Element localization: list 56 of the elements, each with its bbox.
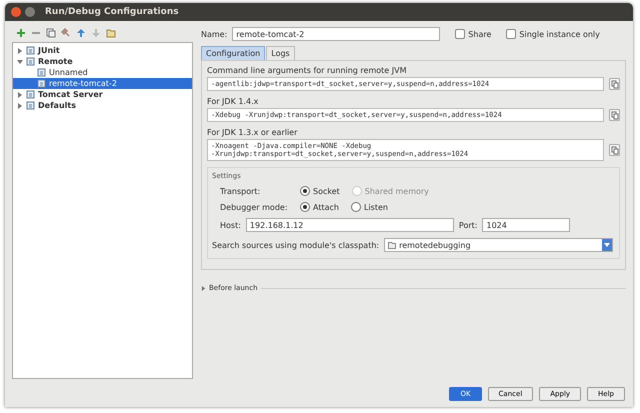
tree-item[interactable]: Defaults [13, 100, 192, 111]
module-label: Search sources using module's classpath: [212, 240, 380, 250]
radio-group-label: Transport: [220, 186, 262, 196]
host-field[interactable]: 192.168.1.12 [246, 218, 454, 232]
configuration-icon [37, 79, 46, 88]
checkbox[interactable] [506, 29, 516, 39]
checkbox[interactable] [455, 29, 466, 39]
collapse-icon[interactable] [17, 58, 23, 64]
checkbox-label: Share [468, 30, 492, 38]
radio-label: Shared memory [364, 186, 429, 196]
folder-icon [388, 242, 396, 248]
port-field[interactable]: 1024 [482, 218, 570, 232]
port-label: Port: [458, 220, 478, 230]
tab[interactable]: Configuration [201, 46, 266, 60]
arrow-up-icon[interactable] [76, 28, 86, 38]
name-label: Name: [201, 30, 228, 38]
add-icon[interactable] [16, 28, 26, 38]
radio-button[interactable] [300, 186, 310, 196]
minimize-button[interactable] [25, 7, 35, 17]
expand-icon[interactable] [17, 92, 23, 98]
tree-item[interactable]: remote-tomcat-2 [13, 78, 192, 89]
radio-label: Attach [313, 202, 339, 212]
tree-item[interactable]: JUnit [13, 45, 192, 56]
folder-icon[interactable] [106, 28, 116, 38]
field-label: For JDK 1.4.x [207, 97, 260, 106]
tree-item[interactable]: Unnamed [13, 67, 192, 78]
radio-label: Socket [313, 186, 340, 196]
host-label: Host: [220, 220, 241, 230]
caret-icon [604, 243, 610, 247]
expand-icon[interactable] [201, 286, 206, 290]
name-field[interactable]: remote-tomcat-2 [232, 27, 440, 41]
configuration-icon [26, 46, 35, 55]
copy-icon[interactable] [609, 78, 620, 90]
copy-icon[interactable] [609, 109, 620, 121]
field-label: Command line arguments for running remote JVM [207, 66, 408, 75]
tree-item[interactable]: Tomcat Server [13, 89, 192, 100]
radio-label: Listen [364, 202, 388, 212]
configuration-icon [26, 57, 35, 66]
radio-button[interactable] [350, 202, 361, 212]
field-label: For JDK 1.3.x or earlier [207, 128, 298, 137]
copy-icon[interactable] [46, 28, 56, 38]
radio-group-label: Debugger mode: [220, 202, 289, 212]
tree-item[interactable]: Remote [13, 56, 192, 67]
configuration-icon [26, 90, 35, 99]
module-dropdown[interactable]: remotedebugging [384, 238, 613, 252]
expand-icon[interactable] [17, 102, 23, 108]
window-title: Run/Debug Configurations [45, 7, 179, 17]
wrench-icon[interactable] [61, 28, 71, 38]
expand-icon[interactable] [17, 48, 23, 54]
radio-button[interactable] [300, 202, 310, 212]
configuration-icon [37, 68, 46, 77]
tab[interactable]: Logs [266, 46, 295, 60]
checkbox-label: Single instance only [519, 30, 600, 38]
copy-icon[interactable] [609, 144, 620, 156]
close-button[interactable] [11, 7, 21, 17]
configuration-icon [26, 101, 35, 110]
